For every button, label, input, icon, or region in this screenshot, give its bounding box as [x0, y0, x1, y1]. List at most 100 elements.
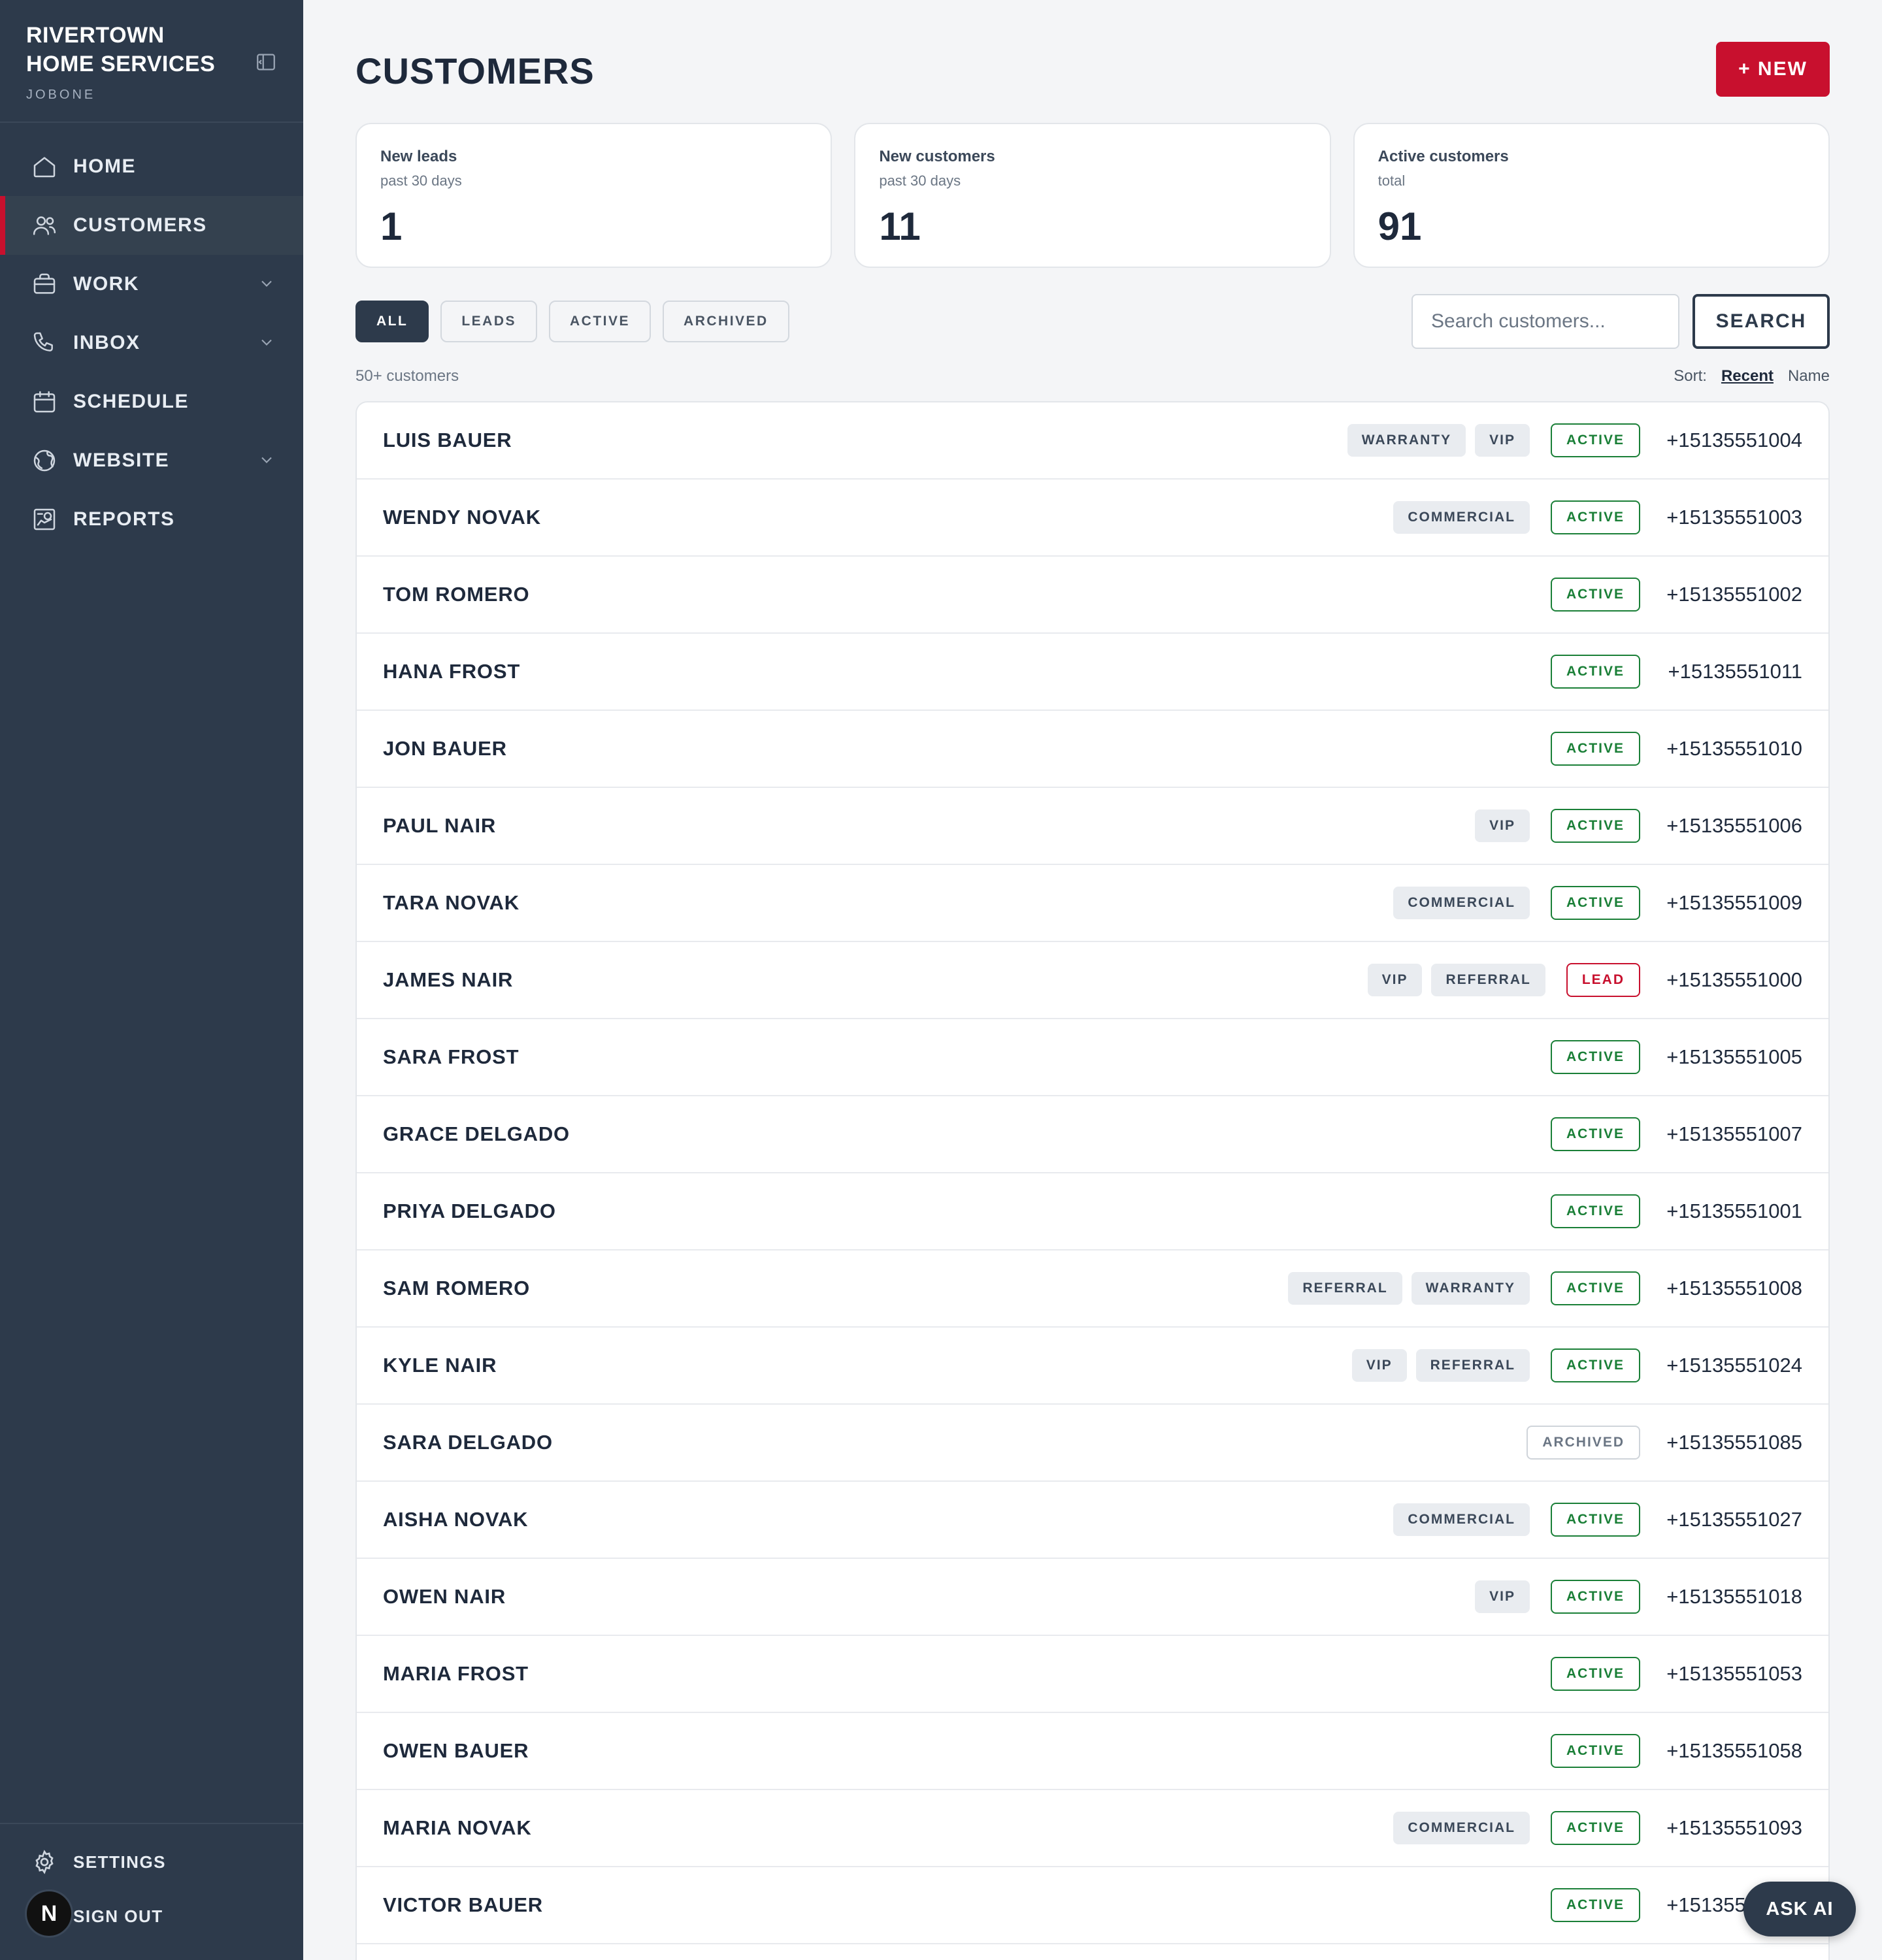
filter-tab-active[interactable]: ACTIVE: [549, 301, 652, 342]
customer-row[interactable]: TARA NOVAK COMMERCIAL ACTIVE +15135551009: [357, 865, 1828, 942]
customer-row[interactable]: LUIS BAUER WARRANTY VIP ACTIVE +15135551004: [357, 402, 1828, 480]
customer-tag: VIP: [1475, 809, 1530, 842]
sidebar-bottom: SETTINGS N SIGN OUT: [0, 1823, 303, 1960]
report-icon: [33, 508, 56, 531]
nav-item-customers[interactable]: CUSTOMERS: [0, 196, 303, 255]
customer-meta: ARCHIVED +15135551085: [1515, 1426, 1802, 1460]
stat-card: New customers past 30 days 11: [854, 123, 1331, 268]
customer-tag: COMMERCIAL: [1393, 501, 1530, 534]
nav-item-label: WEBSITE: [73, 449, 170, 471]
customer-row[interactable]: AISHA NOVAK COMMERCIAL ACTIVE +15135551027: [357, 1482, 1828, 1559]
customer-name: KYLE NAIR: [383, 1354, 497, 1377]
customer-tag: WARRANTY: [1411, 1272, 1530, 1305]
status-badge: ARCHIVED: [1527, 1426, 1640, 1460]
customer-meta: ACTIVE +15135551002: [1539, 578, 1802, 612]
customer-name: PRIYA DELGADO: [383, 1200, 556, 1222]
settings-link[interactable]: SETTINGS: [31, 1849, 166, 1875]
filter-tab-archived[interactable]: ARCHIVED: [663, 301, 789, 342]
nav-item-work[interactable]: WORK: [0, 255, 303, 314]
new-customer-button[interactable]: + NEW: [1716, 42, 1830, 97]
customer-row[interactable]: VICTOR BAUER ACTIVE +15135551075: [357, 1867, 1828, 1944]
customer-row[interactable]: PAUL NAIR VIP ACTIVE +15135551006: [357, 788, 1828, 865]
filter-tab-leads[interactable]: LEADS: [440, 301, 538, 342]
nav-item-reports[interactable]: REPORTS: [0, 490, 303, 549]
sort-option-recent[interactable]: Recent: [1721, 367, 1774, 385]
customer-meta: VIP ACTIVE +15135551018: [1475, 1580, 1802, 1614]
customer-meta: COMMERCIAL ACTIVE +15135551027: [1393, 1503, 1802, 1537]
customer-phone: +15135551002: [1666, 583, 1802, 606]
ask-ai-button[interactable]: ASK AI: [1743, 1882, 1856, 1936]
customer-name: SARA DELGADO: [383, 1431, 553, 1454]
sort-option-name[interactable]: Name: [1788, 367, 1830, 385]
chevron-down-icon[interactable]: [257, 451, 276, 469]
customer-row[interactable]: OWEN NAIR VIP ACTIVE +15135551018: [357, 1559, 1828, 1636]
customer-meta: WARRANTY VIP ACTIVE +15135551004: [1347, 423, 1802, 457]
customer-phone: +15135551005: [1666, 1045, 1802, 1068]
customer-row[interactable]: JON BAUER ACTIVE +15135551010: [357, 711, 1828, 788]
customer-name: OWEN BAUER: [383, 1739, 529, 1762]
search-input[interactable]: [1412, 294, 1679, 349]
stat-value: 1: [380, 204, 403, 248]
customer-phone: +15135551053: [1666, 1662, 1802, 1685]
customer-row[interactable]: KYLE NAIR VIP REFERRAL ACTIVE +15135551024: [357, 1328, 1828, 1405]
customer-list: LUIS BAUER WARRANTY VIP ACTIVE +15135551004 W…: [355, 401, 1830, 1960]
customer-phone: +15135551007: [1666, 1122, 1802, 1145]
status-badge: ACTIVE: [1550, 1580, 1640, 1614]
sort-label: Sort:: [1674, 367, 1707, 385]
status-badge: ACTIVE: [1550, 1117, 1640, 1151]
customer-row[interactable]: SARA DELGADO ARCHIVED +15135551085: [357, 1405, 1828, 1482]
avatar[interactable]: N: [25, 1889, 73, 1938]
customer-name: LUIS BAUER: [383, 429, 512, 451]
nav-item-label: SCHEDULE: [73, 391, 190, 412]
customer-row[interactable]: MARIA NOVAK COMMERCIAL ACTIVE +15135551093: [357, 1790, 1828, 1867]
customer-meta: ACTIVE +15135551053: [1539, 1657, 1802, 1691]
customer-phone: +15135551004: [1666, 429, 1802, 451]
nav-item-inbox[interactable]: INBOX: [0, 314, 303, 372]
customer-row[interactable]: JAMES NAIR VIP REFERRAL LEAD +15135551000: [357, 942, 1828, 1019]
briefcase-icon: [33, 273, 56, 294]
customer-meta: ACTIVE +15135551007: [1539, 1117, 1802, 1151]
chevron-down-icon[interactable]: [257, 274, 276, 293]
sidebar-collapse-icon[interactable]: [255, 51, 277, 73]
customer-tag: VIP: [1367, 964, 1423, 996]
customer-name: SAM ROMERO: [383, 1277, 530, 1299]
main-nav: HOME CUSTOMERS WORK INBOX SCHEDULE WEBSITE REP…: [0, 137, 303, 549]
customer-row[interactable]: TOM ROMERO ACTIVE +15135551002: [357, 557, 1828, 634]
customer-name: MARIA FROST: [383, 1662, 529, 1685]
customer-row[interactable]: SAM ROMERO REFERRAL WARRANTY ACTIVE +1513555…: [357, 1250, 1828, 1328]
customer-row[interactable]: PRIYA DELGADO ACTIVE +15135551001: [357, 1173, 1828, 1250]
customer-row[interactable]: OWEN BAUER ACTIVE +15135551058: [357, 1713, 1828, 1790]
status-badge: ACTIVE: [1550, 1657, 1640, 1691]
stat-card: New leads past 30 days 1: [355, 123, 833, 268]
nav-item-label: WORK: [73, 273, 139, 295]
customer-meta: COMMERCIAL ACTIVE +15135551009: [1393, 886, 1802, 920]
filter-tab-all[interactable]: ALL: [355, 301, 429, 342]
nav-item-home[interactable]: HOME: [0, 137, 303, 196]
customer-meta: VIP ACTIVE +15135551006: [1475, 809, 1802, 843]
status-badge: LEAD: [1566, 963, 1640, 997]
nav-item-schedule[interactable]: SCHEDULE: [0, 372, 303, 431]
sign-out-link[interactable]: SIGN OUT: [73, 1906, 163, 1927]
customer-row[interactable]: GRACE DELGADO ACTIVE +15135551007: [357, 1096, 1828, 1173]
stat-value: 91: [1378, 204, 1422, 248]
customer-name: VICTOR BAUER: [383, 1893, 543, 1916]
customer-phone: +15135551003: [1666, 506, 1802, 529]
nav-item-website[interactable]: WEBSITE: [0, 431, 303, 490]
customer-name: HANA FROST: [383, 660, 521, 683]
customer-meta: ACTIVE +15135551001: [1539, 1194, 1802, 1228]
home-icon: [33, 157, 56, 178]
customer-row[interactable]: WENDY NOVAK COMMERCIAL ACTIVE +15135551003: [357, 480, 1828, 557]
customer-meta: REFERRAL WARRANTY ACTIVE +15135551008: [1288, 1271, 1802, 1305]
stat-period: past 30 days: [380, 172, 462, 189]
customer-row[interactable]: SARA FROST ACTIVE +15135551005: [357, 1019, 1828, 1096]
customer-row[interactable]: MARIA FROST ACTIVE +15135551053: [357, 1636, 1828, 1713]
search-button[interactable]: SEARCH: [1692, 294, 1830, 349]
status-badge: ACTIVE: [1550, 500, 1640, 534]
customer-row[interactable]: HANA FROST ACTIVE +15135551011: [357, 634, 1828, 711]
globe-icon: [33, 449, 56, 472]
stats-row: New leads past 30 days 1 New customers past …: [355, 123, 1830, 268]
customer-meta: VIP REFERRAL LEAD +15135551000: [1367, 963, 1802, 997]
customer-name: PAUL NAIR: [383, 814, 497, 837]
chevron-down-icon[interactable]: [257, 333, 276, 351]
customer-meta: ACTIVE +15135551011: [1539, 655, 1802, 689]
